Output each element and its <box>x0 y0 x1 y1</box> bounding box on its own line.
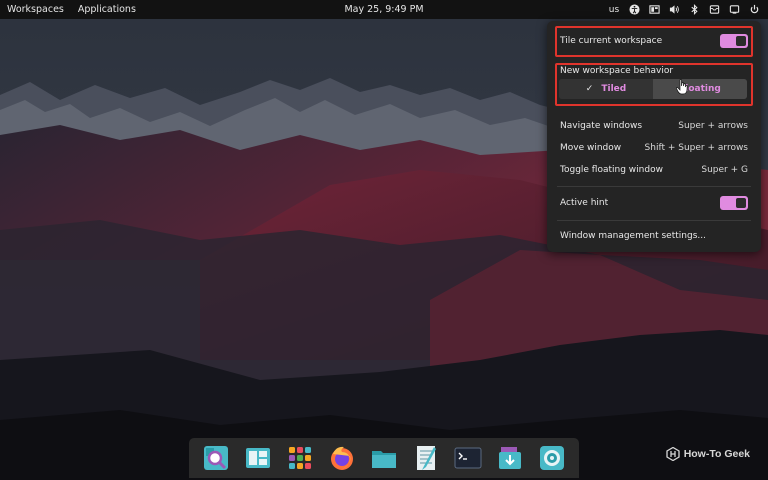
bluetooth-icon[interactable] <box>684 0 704 19</box>
top-panel: Workspaces Applications May 25, 9:49 PM … <box>0 0 768 19</box>
text-editor-icon[interactable] <box>411 443 441 473</box>
shortcut-row: Navigate windows Super + arrows <box>560 121 748 131</box>
pop-shop-icon[interactable] <box>495 443 525 473</box>
workspaces-button[interactable]: Workspaces <box>0 0 71 19</box>
power-icon[interactable] <box>744 0 764 19</box>
tile-current-workspace-row[interactable]: Tile current workspace <box>560 31 748 51</box>
how-to-geek-logo-icon <box>666 447 680 461</box>
accessibility-icon[interactable] <box>624 0 644 19</box>
dock <box>189 438 579 478</box>
tiling-icon[interactable] <box>644 0 664 19</box>
mouse-cursor-icon <box>676 79 688 95</box>
terminal-icon[interactable] <box>453 443 483 473</box>
network-icon[interactable] <box>724 0 744 19</box>
launcher-icon[interactable] <box>201 443 231 473</box>
new-workspace-behavior-selector: ✓ Tiled Floating <box>559 79 747 99</box>
keyboard-layout-indicator[interactable]: us <box>604 0 624 19</box>
applications-button[interactable]: Applications <box>71 0 143 19</box>
menu-separator <box>557 220 751 221</box>
shortcut-row: Move window Shift + Super + arrows <box>560 143 748 153</box>
shortcut-row: Toggle floating window Super + G <box>560 165 748 175</box>
window-management-settings-link[interactable]: Window management settings... <box>560 226 748 246</box>
new-workspace-behavior-label: New workspace behavior <box>560 66 674 76</box>
menu-separator <box>557 186 751 187</box>
files-icon[interactable] <box>369 443 399 473</box>
tile-current-workspace-toggle[interactable] <box>720 34 748 48</box>
behavior-option-tiled[interactable]: ✓ Tiled <box>559 79 653 99</box>
active-hint-label: Active hint <box>560 198 609 208</box>
workspaces-icon[interactable] <box>243 443 273 473</box>
volume-icon[interactable] <box>664 0 684 19</box>
firefox-icon[interactable] <box>327 443 357 473</box>
settings-icon[interactable] <box>537 443 567 473</box>
clock-button[interactable]: May 25, 9:49 PM <box>337 0 430 19</box>
watermark: How-To Geek <box>666 447 750 461</box>
tiling-menu: Tile current workspace New workspace beh… <box>547 21 761 252</box>
check-icon: ✓ <box>585 84 594 94</box>
active-hint-toggle[interactable] <box>720 196 748 210</box>
tile-current-workspace-label: Tile current workspace <box>560 36 663 46</box>
active-hint-row[interactable]: Active hint <box>560 193 748 213</box>
behavior-option-floating[interactable]: Floating <box>653 79 747 99</box>
system-tray: us <box>604 0 764 19</box>
notifications-icon[interactable] <box>704 0 724 19</box>
app-grid-icon[interactable] <box>285 443 315 473</box>
watermark-text: How-To Geek <box>683 448 750 460</box>
